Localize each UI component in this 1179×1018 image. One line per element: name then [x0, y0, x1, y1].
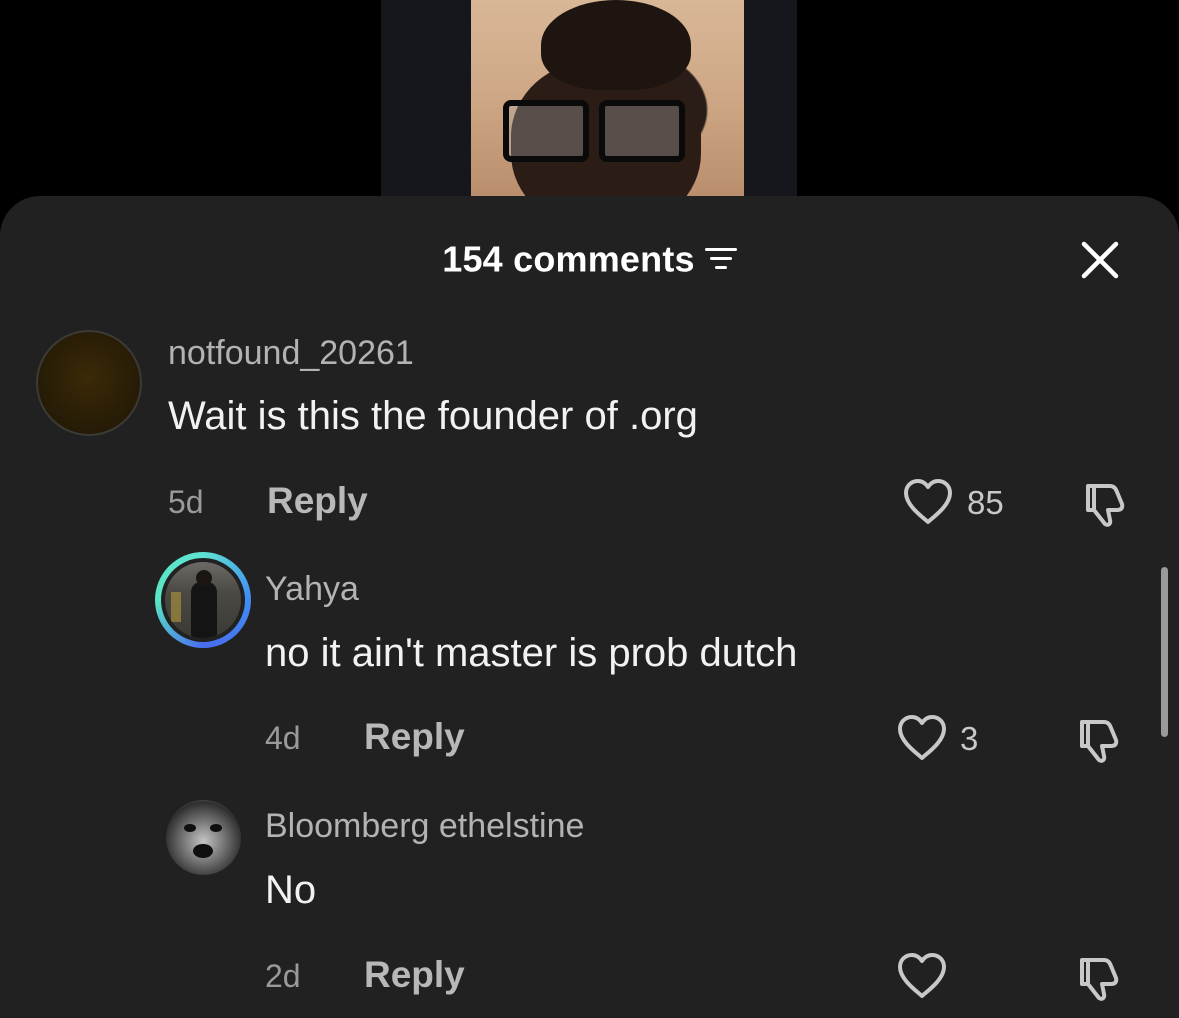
thumbs-down-outline-icon[interactable]: [1074, 952, 1126, 1004]
heart-outline-icon[interactable]: [896, 714, 948, 762]
avatar[interactable]: [36, 330, 142, 436]
comment-username[interactable]: Yahya: [265, 570, 359, 609]
comment-username[interactable]: notfound_20261: [168, 334, 414, 373]
comment-timestamp: 4d: [265, 720, 301, 756]
scrollbar[interactable]: [1161, 567, 1168, 737]
video-player[interactable]: [0, 0, 1179, 210]
comments-title[interactable]: 154 comments: [0, 236, 1179, 280]
reply-button[interactable]: Reply: [267, 480, 368, 522]
comment-timestamp: 2d: [265, 958, 301, 994]
thumbs-down-outline-icon[interactable]: [1074, 714, 1126, 766]
video-thumbnail[interactable]: [471, 0, 744, 200]
comment-text: Wait is this the founder of .org: [168, 394, 698, 438]
comments-count: 154 comments: [442, 238, 695, 280]
like-count: 85: [967, 484, 1004, 521]
close-x-icon[interactable]: [1078, 238, 1122, 282]
thumbs-down-outline-icon[interactable]: [1080, 478, 1132, 530]
comment-text: no it ain't master is prob dutch: [265, 631, 798, 675]
comments-sheet: 154 comments notfound_20261 Wait is this…: [0, 196, 1179, 1018]
comment-timestamp: 5d: [168, 484, 204, 520]
video-hair: [541, 0, 691, 90]
sort-lines-icon[interactable]: [704, 246, 737, 272]
reply-button[interactable]: Reply: [364, 716, 465, 758]
comments-header: 154 comments: [0, 196, 1179, 320]
video-glasses: [503, 100, 685, 162]
avatar[interactable]: [155, 552, 251, 648]
comment-text: No: [265, 868, 317, 912]
like-count: 3: [960, 720, 979, 757]
heart-outline-icon[interactable]: [902, 478, 954, 526]
comment-username[interactable]: Bloomberg ethelstine: [265, 807, 584, 846]
heart-outline-icon[interactable]: [896, 952, 948, 1000]
reply-button[interactable]: Reply: [364, 954, 465, 996]
avatar[interactable]: [166, 800, 241, 875]
